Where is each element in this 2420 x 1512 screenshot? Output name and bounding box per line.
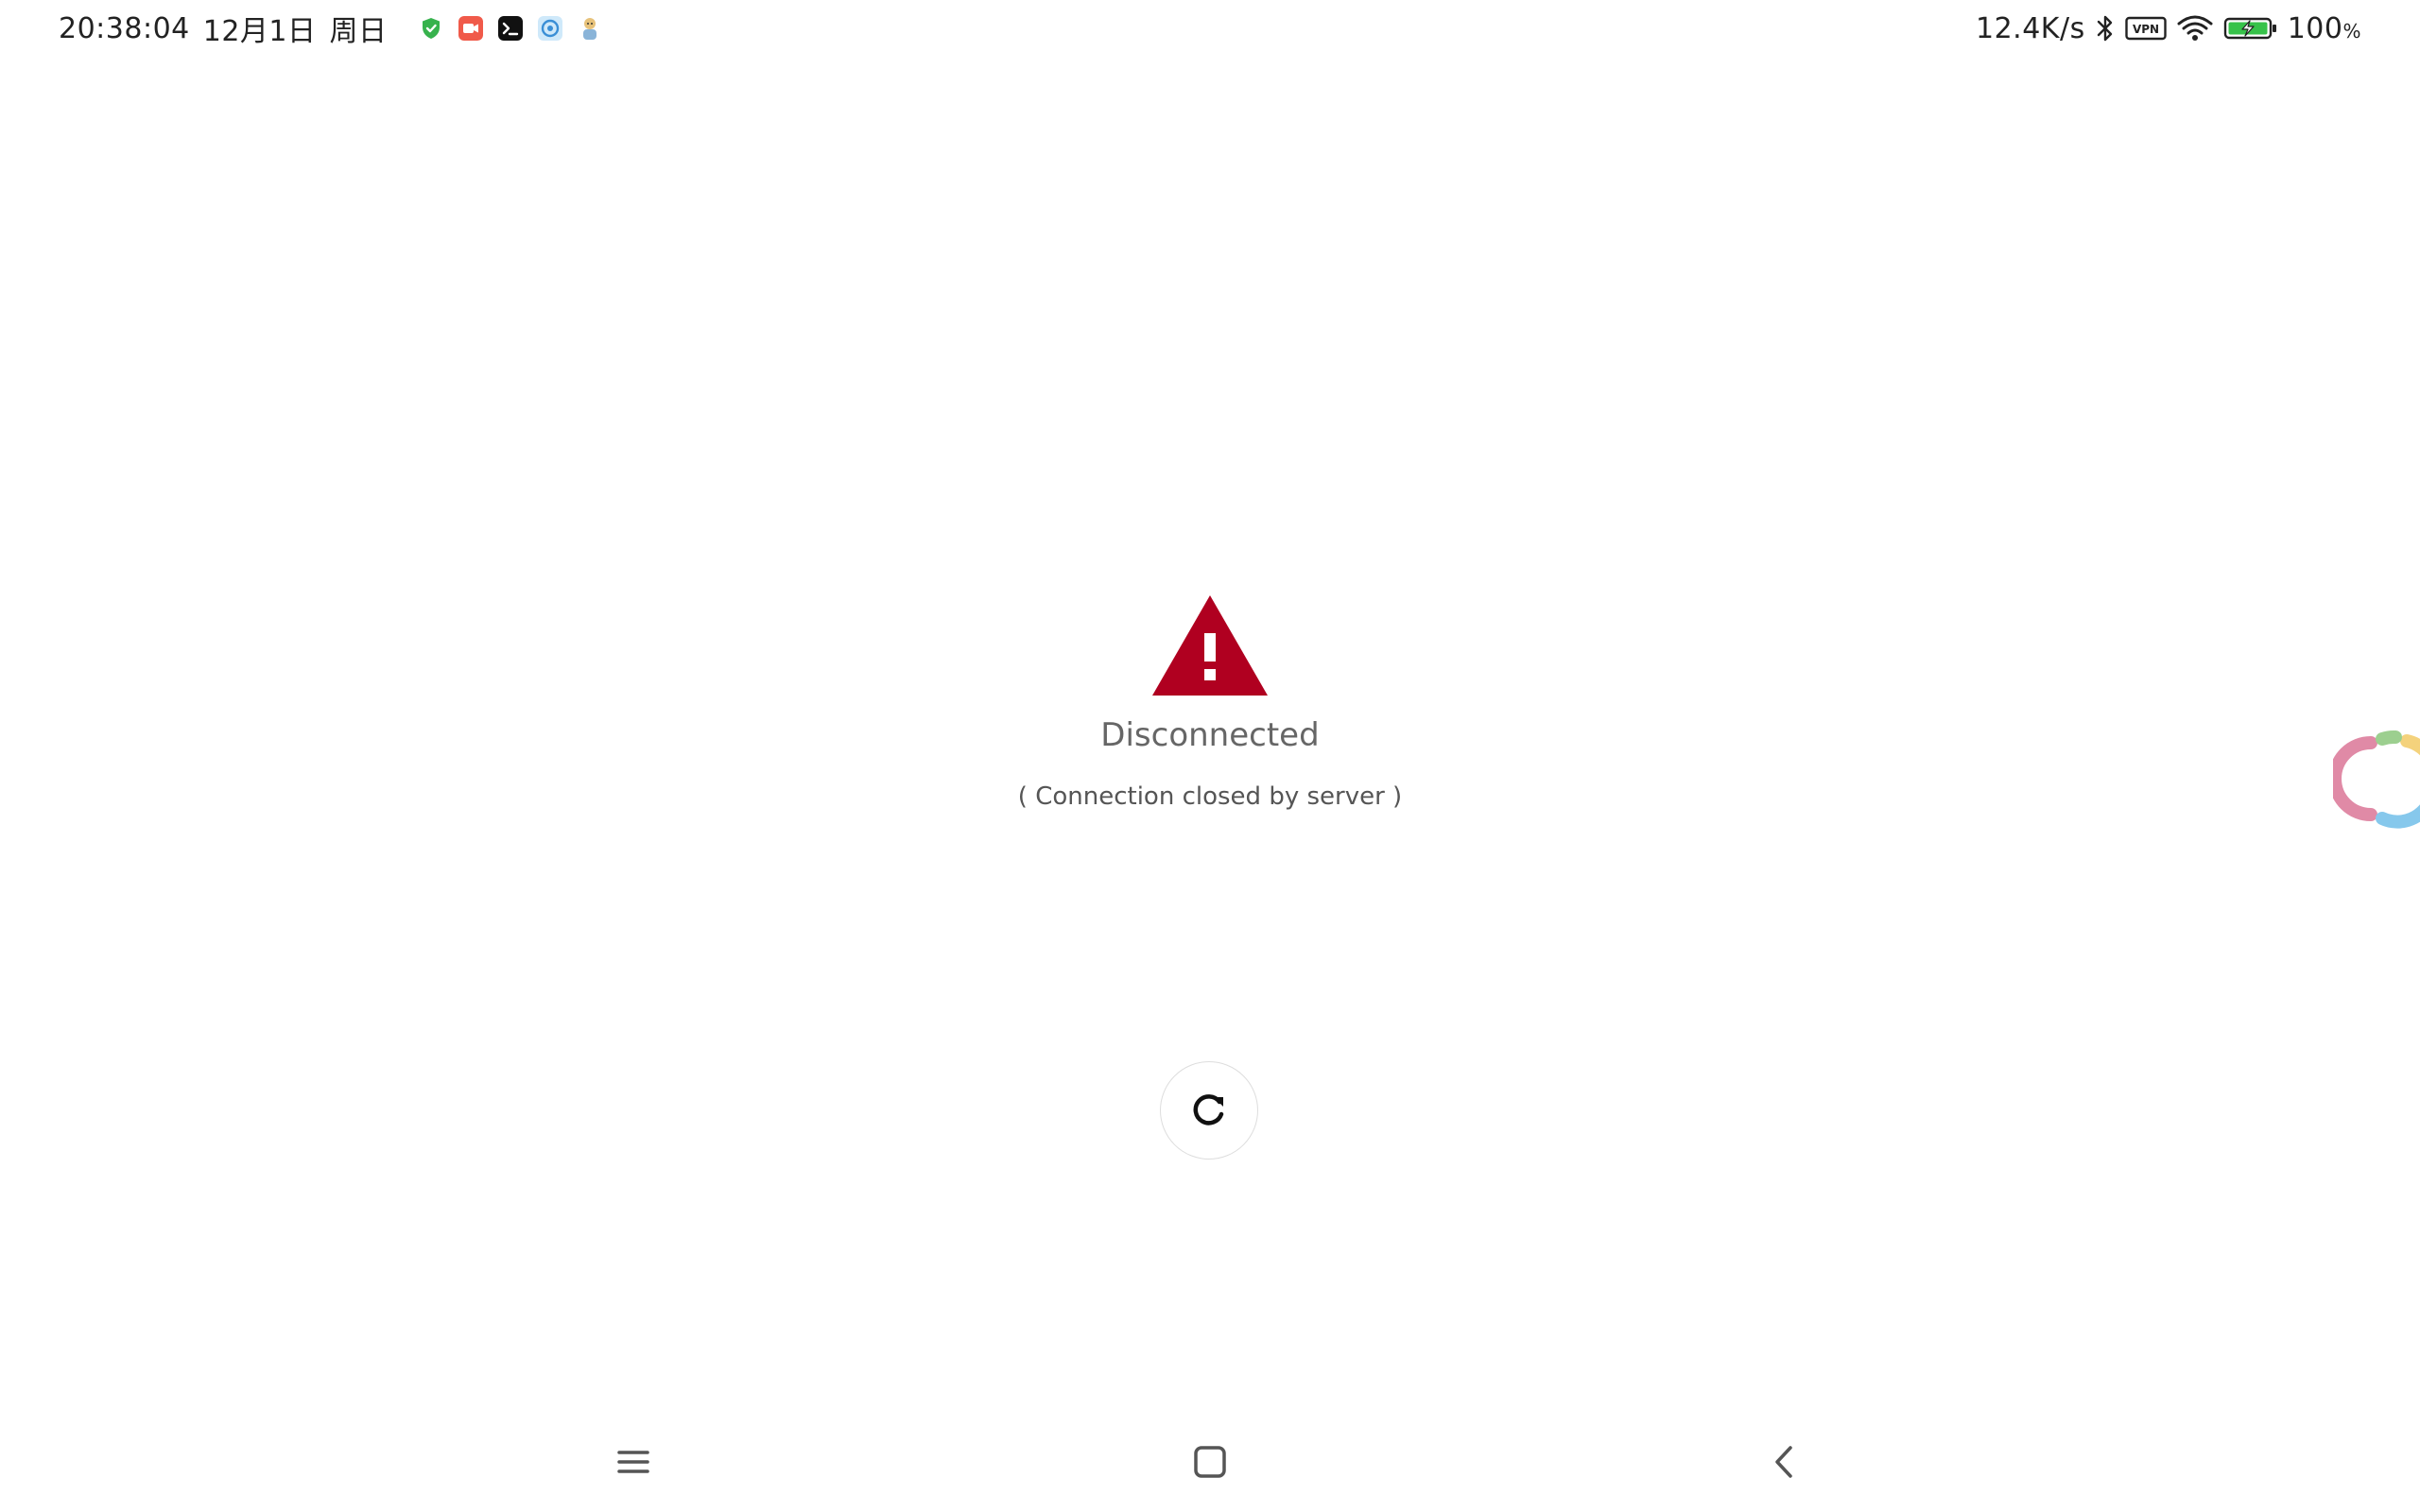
network-speed: 12.4K/s	[1976, 11, 2085, 45]
reload-icon	[1193, 1094, 1224, 1125]
disconnected-panel: Disconnected ( Connection closed by serv…	[0, 593, 2420, 811]
status-left: 20:38:04 12月1日 周日	[59, 6, 603, 51]
battery-unit: %	[2342, 19, 2361, 43]
status-bar: 20:38:04 12月1日 周日 12.4K/s VPN 100%	[0, 0, 2420, 57]
battery-percent: 100	[2287, 11, 2343, 45]
menu-button[interactable]	[603, 1432, 664, 1492]
video-record-icon	[458, 16, 483, 41]
menu-icon	[617, 1451, 649, 1473]
home-icon	[1194, 1446, 1226, 1478]
wifi-icon	[2177, 15, 2213, 41]
status-subtitle: ( Connection closed by server )	[1017, 782, 1403, 811]
status-right: 12.4K/s VPN 100%	[1976, 6, 2361, 51]
character-app-icon	[582, 18, 596, 40]
battery-level: 100%	[2288, 12, 2361, 45]
vpn-icon: VPN	[2125, 16, 2167, 41]
status-weekday: 周日	[329, 15, 388, 48]
notification-icons	[418, 15, 603, 42]
home-button[interactable]	[1180, 1432, 1240, 1492]
terminal-icon	[497, 16, 523, 41]
reload-button[interactable]	[1160, 1061, 1258, 1160]
shield-icon	[422, 18, 440, 39]
status-title: Disconnected	[1100, 716, 1320, 754]
floating-ball[interactable]	[2328, 724, 2420, 830]
warning-triangle-icon	[1152, 595, 1268, 696]
screen: 20:38:04 12月1日 周日 12.4K/s VPN 100% Disco…	[0, 0, 2420, 1512]
browser-app-icon	[537, 16, 562, 41]
back-icon	[1775, 1446, 1792, 1478]
svg-text:VPN: VPN	[2133, 23, 2159, 36]
status-date: 12月1日	[202, 15, 317, 48]
back-button[interactable]	[1754, 1432, 1815, 1492]
status-time: 20:38:04	[59, 11, 190, 45]
bluetooth-icon	[2097, 15, 2112, 42]
floating-ball-icon	[2328, 730, 2420, 829]
battery-charging-icon	[2223, 17, 2276, 40]
